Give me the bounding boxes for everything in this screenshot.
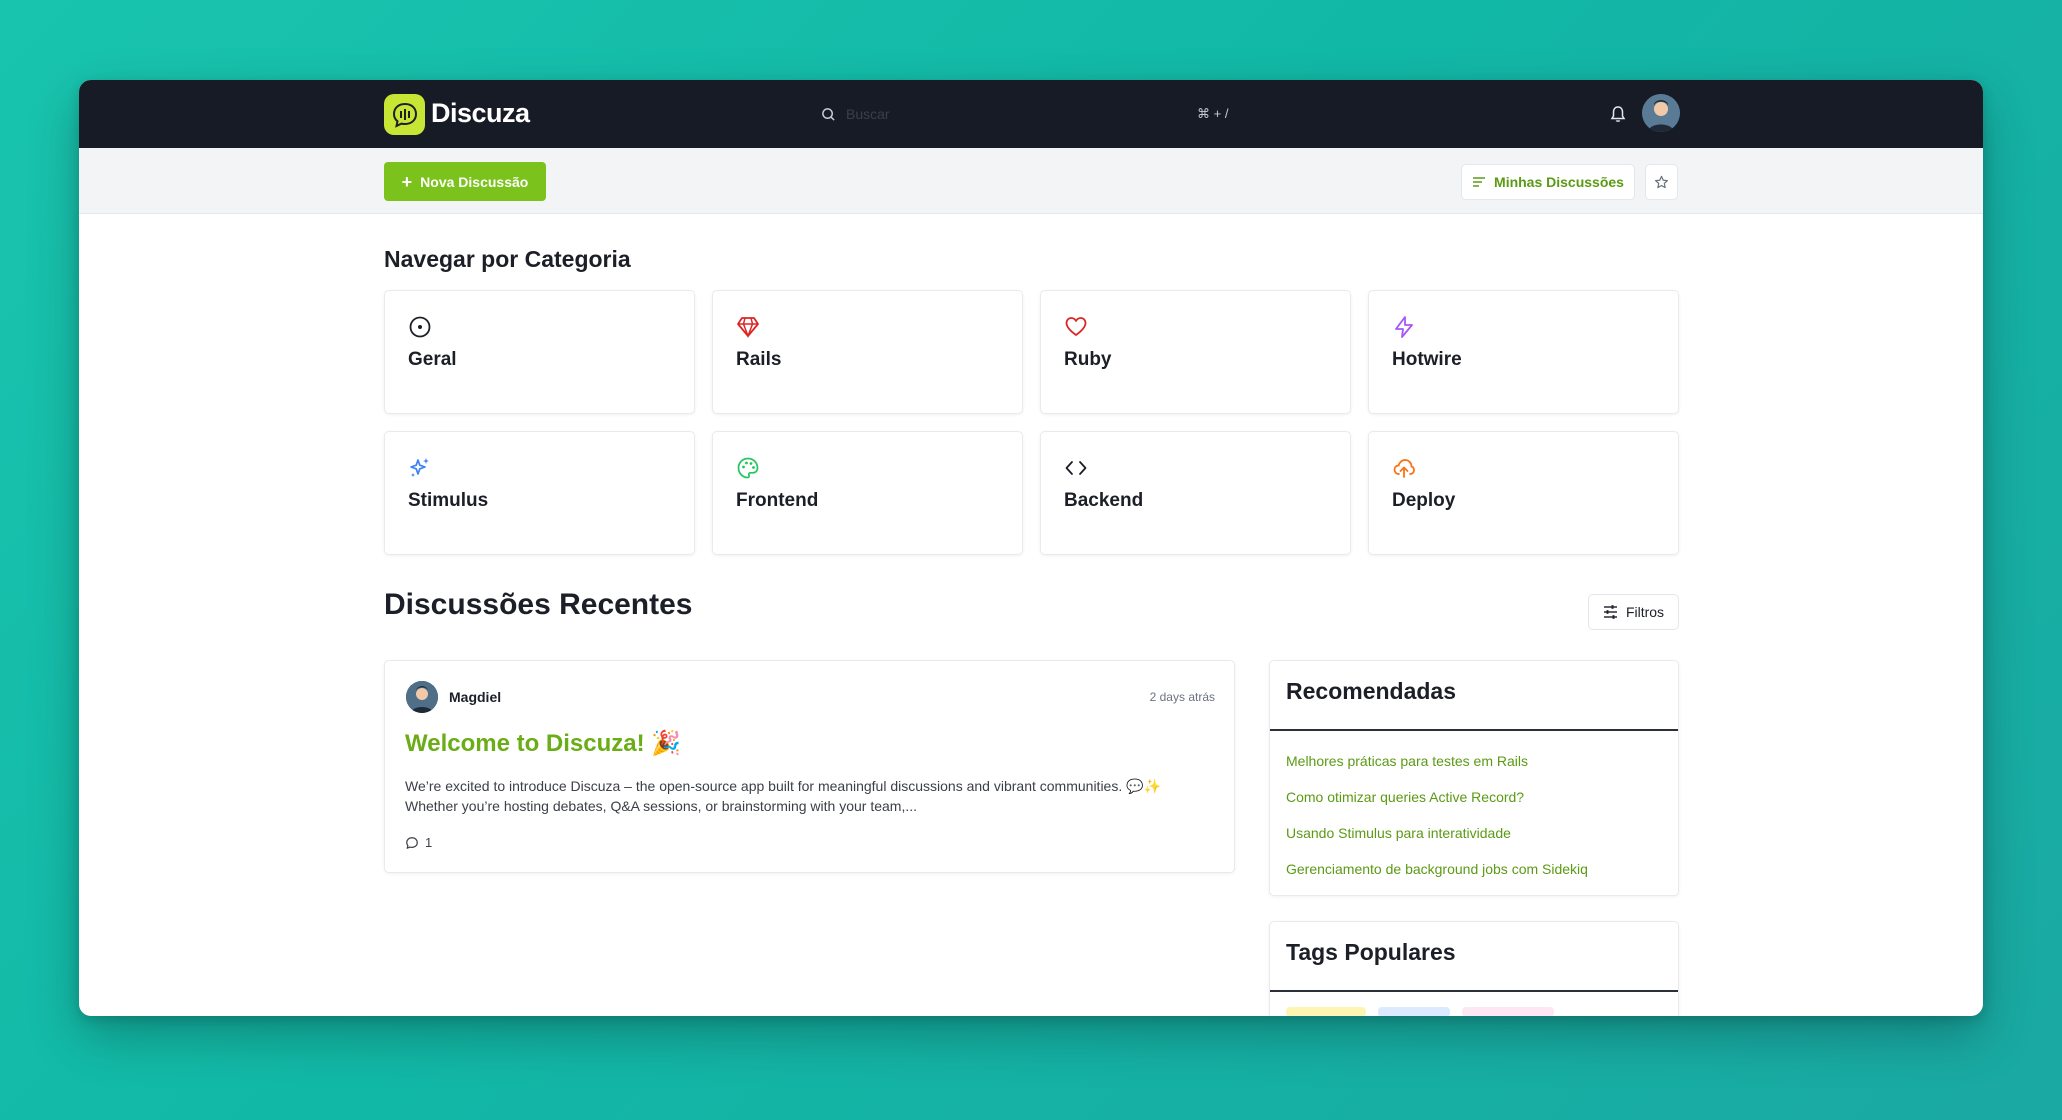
category-card-rails[interactable]: Rails [712, 290, 1023, 414]
recommended-card: Recomendadas Melhores práticas para test… [1269, 660, 1679, 896]
category-label: Ruby [1064, 349, 1112, 370]
favorites-button[interactable] [1645, 164, 1678, 200]
categories-title: Navegar por Categoria [384, 246, 631, 272]
category-card-stimulus[interactable]: Stimulus [384, 431, 695, 555]
new-discussion-label: Nova Discussão [420, 173, 529, 190]
tag-chip[interactable] [1462, 1007, 1554, 1016]
gem-icon [737, 317, 759, 339]
recommended-title: Recomendadas [1270, 661, 1678, 731]
comment-icon [406, 836, 418, 849]
search-icon [822, 107, 835, 121]
category-label: Geral [408, 349, 457, 370]
post-title[interactable]: Welcome to Discuza! 🎉 [405, 729, 681, 758]
bell-icon[interactable] [1610, 105, 1626, 128]
search-bar[interactable] [821, 100, 1321, 128]
recommended-link[interactable]: Usando Stimulus para interatividade [1286, 825, 1511, 841]
star-icon [1654, 175, 1669, 188]
comment-count[interactable]: 1 [405, 835, 432, 850]
palette-icon [737, 457, 759, 479]
category-label: Hotwire [1392, 349, 1462, 370]
filters-button[interactable]: Filtros [1588, 594, 1679, 630]
popular-tags-title: Tags Populares [1270, 922, 1678, 992]
tag-chip[interactable] [1286, 1007, 1366, 1016]
recent-discussions-title: Discussões Recentes [384, 588, 693, 621]
popular-tags-card: Tags Populares [1269, 921, 1679, 1016]
heart-icon [1065, 317, 1087, 336]
recommended-link[interactable]: Melhores práticas para testes em Rails [1286, 753, 1528, 769]
list-item: Melhores práticas para testes em Rails [1286, 743, 1662, 779]
category-label: Backend [1064, 490, 1144, 511]
cloud-upload-icon [1393, 459, 1415, 478]
category-card-backend[interactable]: Backend [1040, 431, 1351, 555]
action-bar: + Nova Discussão Minhas Discussões [79, 148, 1983, 214]
code-icon [1065, 461, 1087, 475]
post-excerpt: We’re excited to introduce Discuza – the… [405, 776, 1225, 816]
category-label: Deploy [1392, 490, 1456, 511]
list-icon [1473, 177, 1486, 187]
list-item: Usando Stimulus para interatividade [1286, 815, 1662, 851]
top-navbar: Discuza ⌘ + / [79, 80, 1983, 148]
tag-chip[interactable] [1378, 1007, 1450, 1016]
category-card-hotwire[interactable]: Hotwire [1368, 290, 1679, 414]
filters-label: Filtros [1625, 604, 1665, 620]
app-window: Discuza ⌘ + / + [79, 80, 1983, 1016]
user-avatar[interactable] [1642, 94, 1680, 132]
category-label: Stimulus [408, 490, 489, 511]
author-avatar[interactable] [406, 681, 438, 713]
new-discussion-button[interactable]: + Nova Discussão [384, 162, 546, 201]
search-shortcut: ⌘ + / [1197, 106, 1229, 121]
category-card-frontend[interactable]: Frontend [712, 431, 1023, 555]
zap-icon [1395, 316, 1413, 338]
my-discussions-label: Minhas Discussões [1494, 174, 1624, 190]
category-card-deploy[interactable]: Deploy [1368, 431, 1679, 555]
list-item: Como otimizar queries Active Record? [1286, 779, 1662, 815]
recommended-link[interactable]: Gerenciamento de background jobs com Sid… [1286, 861, 1588, 877]
compass-icon [409, 316, 431, 338]
discussion-card[interactable]: Magdiel 2 days atrás Welcome to Discuza!… [384, 660, 1235, 873]
logo-icon[interactable] [384, 94, 425, 135]
category-card-ruby[interactable]: Ruby [1040, 290, 1351, 414]
comment-count-value: 1 [425, 835, 433, 850]
post-timestamp: 2 days atrás [1149, 690, 1215, 704]
post-excerpt-line: Whether you’re hosting debates, Q&A sess… [405, 798, 918, 814]
post-excerpt-line: We’re excited to introduce Discuza – the… [405, 778, 1161, 794]
category-label: Frontend [736, 490, 819, 511]
my-discussions-button[interactable]: Minhas Discussões [1461, 164, 1635, 200]
category-card-geral[interactable]: Geral [384, 290, 695, 414]
list-item: Gerenciamento de background jobs com Sid… [1286, 851, 1662, 887]
app-name[interactable]: Discuza [431, 98, 530, 129]
category-label: Rails [736, 349, 782, 370]
sliders-icon [1603, 605, 1617, 619]
plus-icon: + [401, 171, 413, 192]
category-grid: Geral Rails Ruby Hotwire Stimulus Fronte… [384, 290, 1679, 555]
post-author[interactable]: Magdiel [449, 689, 501, 705]
sparkles-icon [410, 458, 429, 477]
recommended-list: Melhores práticas para testes em Rails C… [1270, 731, 1678, 887]
recommended-link[interactable]: Como otimizar queries Active Record? [1286, 789, 1524, 805]
search-input[interactable] [846, 106, 1176, 122]
tags-row [1270, 992, 1678, 1016]
